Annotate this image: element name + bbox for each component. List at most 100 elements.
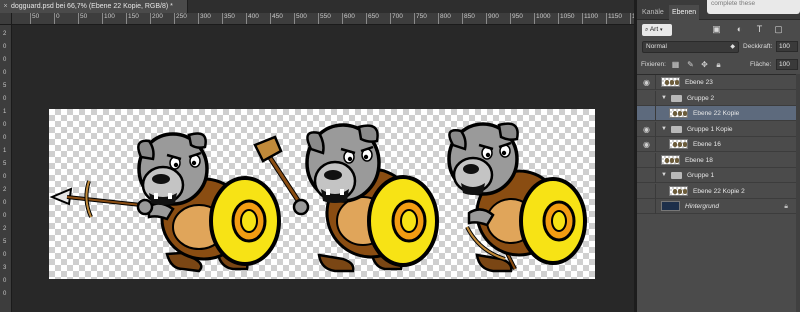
ruler-tick-label: 0 xyxy=(3,213,7,219)
layer-thumbnail xyxy=(661,201,680,211)
ruler-tick-label: 1 xyxy=(3,148,7,154)
layer-filter-label: Art xyxy=(649,26,659,33)
ruler-tick-label: 2 xyxy=(3,187,7,193)
ruler-tick-label: 300 xyxy=(198,13,211,24)
visibility-toggle[interactable]: ◉ xyxy=(637,137,656,152)
text-filter-icon[interactable]: T xyxy=(754,24,765,35)
ruler-tick-label: 0 xyxy=(3,252,7,258)
ruler-tick-label: 1050 xyxy=(557,13,575,24)
thumbnail-figure xyxy=(678,188,682,194)
lock-all-icon[interactable]: 🔒︎ xyxy=(714,60,723,69)
shape-filter-icon[interactable]: ▢ xyxy=(773,24,784,35)
blend-mode-select[interactable]: Normal ◆ xyxy=(642,41,739,53)
ruler-tick-label: 5 xyxy=(3,239,7,245)
thumbnail-figure xyxy=(665,80,669,85)
chevron-down-icon: ▾ xyxy=(659,27,663,33)
layer-name: Hintergrund xyxy=(685,203,719,210)
ruler-tick-label: 0 xyxy=(3,70,7,76)
document-canvas[interactable] xyxy=(49,109,595,279)
ruler-tick-label: 350 xyxy=(222,13,235,24)
thumbnail-figure xyxy=(678,142,682,147)
chevron-updown-icon: ◆ xyxy=(730,44,735,50)
ruler-tick-label: 850 xyxy=(462,13,475,24)
layer-name: Gruppe 1 Kopie xyxy=(687,125,733,133)
fill-input[interactable]: 100 xyxy=(776,59,798,70)
layer-row[interactable]: Ebene 22 Kopie 2 xyxy=(637,183,800,199)
ruler-tick-label: 1000 xyxy=(533,13,551,24)
ruler-tick-label: 0 xyxy=(3,291,7,297)
layer-row[interactable]: Hintergrund 🔒︎ xyxy=(637,199,800,214)
thumbnail-figure xyxy=(678,111,682,116)
vertical-ruler[interactable]: 2 0 0 0 5 0 1 0 0 1 5 0 2 0 0 2 5 0 3 0 0 xyxy=(0,25,12,312)
group-expand-icon[interactable]: ▼ xyxy=(661,171,667,180)
thumbnail-figure xyxy=(683,188,687,194)
eye-icon: ◉ xyxy=(643,78,650,87)
layer-filter-select[interactable]: ⌕ Art ▾ xyxy=(642,24,672,36)
tab-layers[interactable]: Ebenen xyxy=(669,5,700,20)
ruler-tick-label: 450 xyxy=(270,13,283,24)
visibility-toggle[interactable]: ◉ xyxy=(637,121,656,137)
image-filter-icon[interactable]: ▣ xyxy=(711,24,722,35)
document-tab-title: dogguard.psd bei 66,7% (Ebene 22 Kopie, … xyxy=(11,3,173,10)
ruler-tick-label: 0 xyxy=(3,57,7,63)
visibility-toggle[interactable] xyxy=(637,199,656,214)
dog-guard-axe-figure xyxy=(253,123,439,273)
thumbnail-figure xyxy=(675,157,679,163)
thumbnail-figure xyxy=(673,111,677,116)
layer-group-row[interactable]: ◉ ▼ Gruppe 1 Kopie xyxy=(637,121,800,137)
visibility-toggle[interactable] xyxy=(637,106,656,121)
horizontal-ruler[interactable]: 50 0 50 100 150 200 250 300 350 400 450 500 550 600 65… xyxy=(12,13,634,25)
ruler-tick-label: 0 xyxy=(3,278,7,284)
lock-pixels-icon[interactable]: ✎ xyxy=(686,60,695,69)
lock-transparency-icon[interactable]: ▦ xyxy=(671,60,680,69)
eye-icon: ◉ xyxy=(643,124,650,134)
document-tab[interactable]: × dogguard.psd bei 66,7% (Ebene 22 Kopie,… xyxy=(0,0,188,13)
tab-strip xyxy=(188,0,634,13)
ruler-tick-label: 400 xyxy=(246,13,259,24)
visibility-toggle[interactable] xyxy=(637,168,656,183)
lock-icon: 🔒︎ xyxy=(784,203,788,210)
tooltip-popup: complete these xyxy=(707,0,800,14)
ruler-tick-label: 50 xyxy=(29,13,40,24)
ruler-tick-label: 1150 xyxy=(606,13,622,24)
ruler-corner[interactable] xyxy=(0,13,12,25)
lock-position-icon[interactable]: ✥ xyxy=(700,60,709,69)
tab-channels[interactable]: Kanäle xyxy=(639,5,667,20)
canvas-workspace[interactable] xyxy=(12,25,634,312)
photoshop-window: × dogguard.psd bei 66,7% (Ebene 22 Kopie,… xyxy=(0,0,800,312)
layer-name: Ebene 18 xyxy=(685,156,713,164)
ruler-tick-label: 700 xyxy=(390,13,403,24)
layer-row[interactable]: Ebene 22 Kopie xyxy=(637,106,800,121)
layer-group-row[interactable]: ▼ Gruppe 1 xyxy=(637,168,800,183)
close-tab-icon[interactable]: × xyxy=(0,0,11,13)
ruler-tick-label: 0 xyxy=(3,96,7,102)
group-expand-icon[interactable]: ▼ xyxy=(661,94,667,103)
blend-mode-value: Normal xyxy=(646,43,667,50)
visibility-toggle[interactable] xyxy=(637,183,656,199)
layer-group-row[interactable]: ▼ Gruppe 2 xyxy=(637,90,800,106)
ruler-tick-label: 2 xyxy=(3,226,7,232)
ruler-tick-label: 900 xyxy=(486,13,499,24)
ruler-tick-label: 250 xyxy=(174,13,187,24)
ruler-tick-label: 0 xyxy=(3,135,7,141)
ruler-tick-label: 3 xyxy=(3,265,7,271)
visibility-toggle[interactable] xyxy=(637,90,656,106)
thumbnail-figure xyxy=(670,80,674,85)
layer-name: Gruppe 1 xyxy=(687,172,715,179)
thumbnail-figure xyxy=(665,157,669,163)
visibility-toggle[interactable] xyxy=(637,152,656,168)
layer-name: Ebene 23 xyxy=(685,79,713,86)
opacity-input[interactable]: 100 xyxy=(776,41,798,52)
layer-row[interactable]: ◉ Ebene 23 xyxy=(637,75,800,90)
layer-list-scrollbar[interactable] xyxy=(796,74,800,312)
adjustment-filter-icon[interactable]: ◐ xyxy=(734,24,745,35)
layer-row[interactable]: Ebene 18 xyxy=(637,152,800,168)
visibility-toggle[interactable]: ◉ xyxy=(637,75,656,90)
layer-name: Ebene 22 Kopie 2 xyxy=(693,187,745,195)
group-expand-icon[interactable]: ▼ xyxy=(661,125,667,134)
eye-icon: ◉ xyxy=(643,140,650,149)
ruler-tick-label: 1 xyxy=(3,109,7,115)
layer-row[interactable]: ◉ Ebene 16 xyxy=(637,137,800,152)
layer-thumbnail xyxy=(669,108,688,118)
layer-thumbnail xyxy=(669,139,688,149)
